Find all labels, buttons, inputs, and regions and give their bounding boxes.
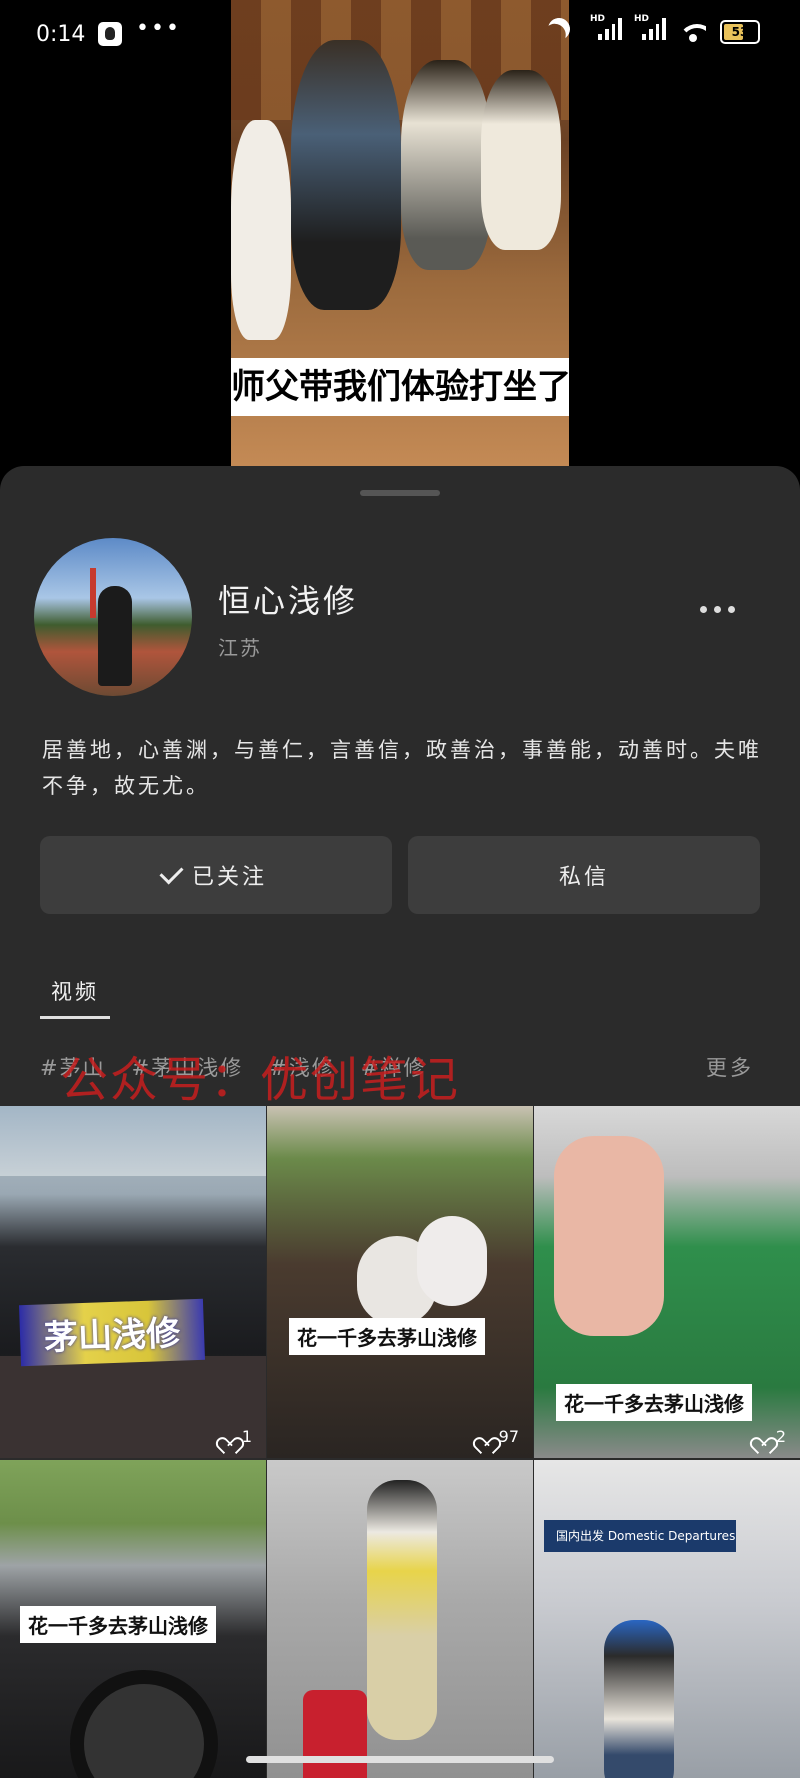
following-button[interactable]: 已关注	[40, 836, 392, 914]
profile-bio: 居善地，心善渊，与善仁，言善信，政善治，事善能，动善时。夫唯不争，故无尤。	[42, 738, 762, 798]
tab-videos[interactable]: 视频	[40, 976, 110, 1006]
more-options-icon[interactable]	[700, 606, 735, 613]
video-caption: 花一千多去茅山浅修	[556, 1384, 752, 1421]
battery-icon: 53	[720, 20, 760, 44]
like-count: 1	[220, 1427, 252, 1446]
clock: 0:14	[36, 22, 86, 47]
signal-1-icon: HD	[590, 14, 622, 46]
video-thumbnail[interactable]: 茅山浅修 1	[0, 1106, 266, 1458]
qq-notification-icon	[98, 22, 122, 46]
video-thumbnail[interactable]: 花一千多去茅山浅修 2	[534, 1106, 800, 1458]
like-count: 97	[477, 1427, 519, 1446]
video-thumbnail[interactable]: 国内出发 Domestic Departures	[534, 1460, 800, 1778]
message-label: 私信	[558, 865, 609, 890]
meditating-person	[401, 60, 491, 270]
following-label: 已关注	[191, 865, 267, 890]
meditating-person	[231, 120, 291, 340]
video-caption: 茅山浅修	[18, 1298, 206, 1367]
check-icon	[159, 859, 184, 885]
tab-indicator	[40, 1016, 110, 1019]
heart-icon	[754, 1430, 770, 1444]
wifi-icon	[680, 22, 706, 42]
heart-icon	[220, 1430, 236, 1444]
do-not-disturb-icon	[548, 18, 578, 46]
video-caption: 花一千多去茅山浅修	[20, 1606, 216, 1643]
battery-level: 53	[731, 25, 749, 39]
avatar[interactable]	[34, 538, 192, 696]
meditating-person	[481, 70, 561, 250]
drag-handle[interactable]	[360, 490, 440, 496]
video-grid: 茅山浅修 1 花一千多去茅山浅修 97 花一千多去茅山浅修 2 花一千多去茅山浅…	[0, 1106, 800, 1778]
watermark-overlay: 公众号：优创笔记	[60, 1052, 461, 1108]
video-thumbnail[interactable]	[267, 1460, 533, 1778]
profile-sheet: 恒心浅修 江苏 居善地，心善渊，与善仁，言善信，政善治，事善能，动善时。夫唯不争…	[0, 466, 800, 1778]
status-bar: 0:14 ••• HD HD 53	[0, 0, 800, 76]
more-tags-button[interactable]: 更多	[706, 1052, 754, 1082]
video-caption: 师父带我们体验打坐了	[231, 358, 569, 416]
profile-location: 江苏	[218, 636, 262, 660]
heart-icon	[477, 1430, 493, 1444]
meditating-person	[291, 40, 401, 310]
gesture-bar[interactable]	[246, 1756, 554, 1763]
like-count: 2	[754, 1427, 786, 1446]
video-thumbnail[interactable]: 花一千多去茅山浅修	[0, 1460, 266, 1778]
message-button[interactable]: 私信	[408, 836, 760, 914]
video-thumbnail[interactable]: 花一千多去茅山浅修 97	[267, 1106, 533, 1458]
more-notifications-icon: •••	[136, 16, 181, 41]
departures-sign: 国内出发 Domestic Departures	[544, 1520, 736, 1552]
profile-name: 恒心浅修	[218, 582, 359, 620]
video-caption: 花一千多去茅山浅修	[289, 1318, 485, 1355]
signal-2-icon: HD	[634, 14, 666, 46]
